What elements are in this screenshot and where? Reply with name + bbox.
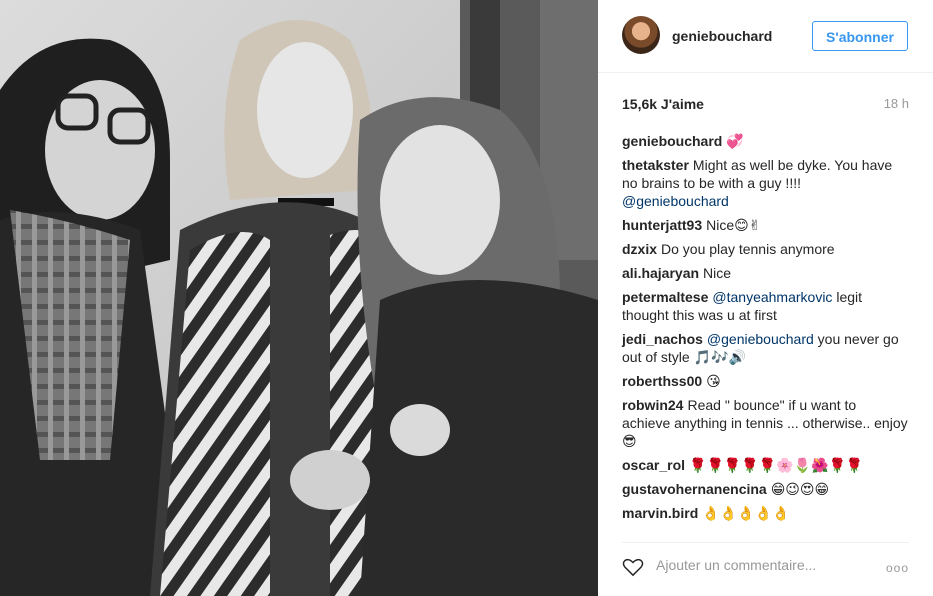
photo-illustration (0, 0, 598, 596)
comment-row: ali.hajaryan Nice (622, 264, 908, 282)
caption-text: 💞 (726, 133, 744, 149)
comment-text: 👌👌👌👌👌 (702, 505, 790, 521)
likes-count[interactable]: 15,6k J'aime (622, 96, 704, 112)
follow-button[interactable]: S'abonner (812, 21, 908, 51)
post-meta: 15,6k J'aime 18 h (622, 96, 909, 114)
comment-username[interactable]: roberthss00 (622, 373, 702, 389)
comment-row: roberthss00 😘 (622, 372, 908, 390)
comment-username[interactable]: thetakster (622, 157, 689, 173)
comment-text: Nice (703, 265, 732, 281)
comment-row: petermaltese @tanyeahmarkovic legit thoug… (622, 288, 908, 324)
comment-username[interactable]: dzxix (622, 241, 657, 257)
comment-bar: Ajouter un commentaire... ooo (622, 542, 909, 587)
post-photo[interactable] (0, 0, 598, 596)
comment-text: 🌹🌹🌹🌹🌹🌸🌷🌺🌹🌹 (689, 457, 864, 473)
comment-username[interactable]: ali.hajaryan (622, 265, 699, 281)
comment-mention-link[interactable]: @tanyeahmarkovic (712, 289, 832, 305)
comment-username[interactable]: petermaltese (622, 289, 708, 305)
comment-mention-link[interactable]: @geniebouchard (707, 331, 814, 347)
comment-username[interactable]: gustavohernanencina (622, 481, 767, 497)
comment-text: Nice😊✌ (706, 217, 761, 233)
comment-text: Do you play tennis anymore (661, 241, 835, 257)
comment-mention-link[interactable]: @geniebouchard (622, 193, 729, 209)
comment-row: thetakster Might as well be dyke. You hav… (622, 156, 908, 210)
comments-list: geniebouchard 💞 thetakster Might as well b… (622, 132, 908, 528)
more-options-icon[interactable]: ooo (886, 561, 909, 575)
author-username[interactable]: geniebouchard (672, 28, 772, 44)
comment-row: jedi_nachos @geniebouchard you never go o… (622, 330, 908, 366)
caption-author[interactable]: geniebouchard (622, 133, 722, 149)
post-time[interactable]: 18 h (884, 96, 909, 111)
comment-row: oscar_rol 🌹🌹🌹🌹🌹🌸🌷🌺🌹🌹 (622, 456, 908, 474)
add-comment-input[interactable]: Ajouter un commentaire... (656, 557, 816, 573)
comment-username[interactable]: robwin24 (622, 397, 683, 413)
comment-username[interactable]: marvin.bird (622, 505, 698, 521)
post-sidebar: geniebouchard S'abonner 15,6k J'aime 18 … (598, 0, 933, 596)
post-header: geniebouchard S'abonner (598, 0, 933, 73)
caption: geniebouchard 💞 (622, 132, 908, 150)
comment-username[interactable]: jedi_nachos (622, 331, 703, 347)
comment-text: 😁😉😍😁 (770, 481, 830, 497)
comment-username[interactable]: oscar_rol (622, 457, 685, 473)
comment-row: robwin24 Read " bounce" if u want to achi… (622, 396, 908, 450)
avatar[interactable] (622, 16, 660, 54)
comment-row: dzxix Do you play tennis anymore (622, 240, 908, 258)
comment-row: gustavohernanencina 😁😉😍😁 (622, 480, 908, 498)
comment-username[interactable]: hunterjatt93 (622, 217, 702, 233)
comment-text: 😘 (706, 373, 721, 389)
comment-row: hunterjatt93 Nice😊✌ (622, 216, 908, 234)
comment-row: marvin.bird 👌👌👌👌👌 (622, 504, 908, 522)
heart-icon[interactable] (622, 557, 644, 577)
